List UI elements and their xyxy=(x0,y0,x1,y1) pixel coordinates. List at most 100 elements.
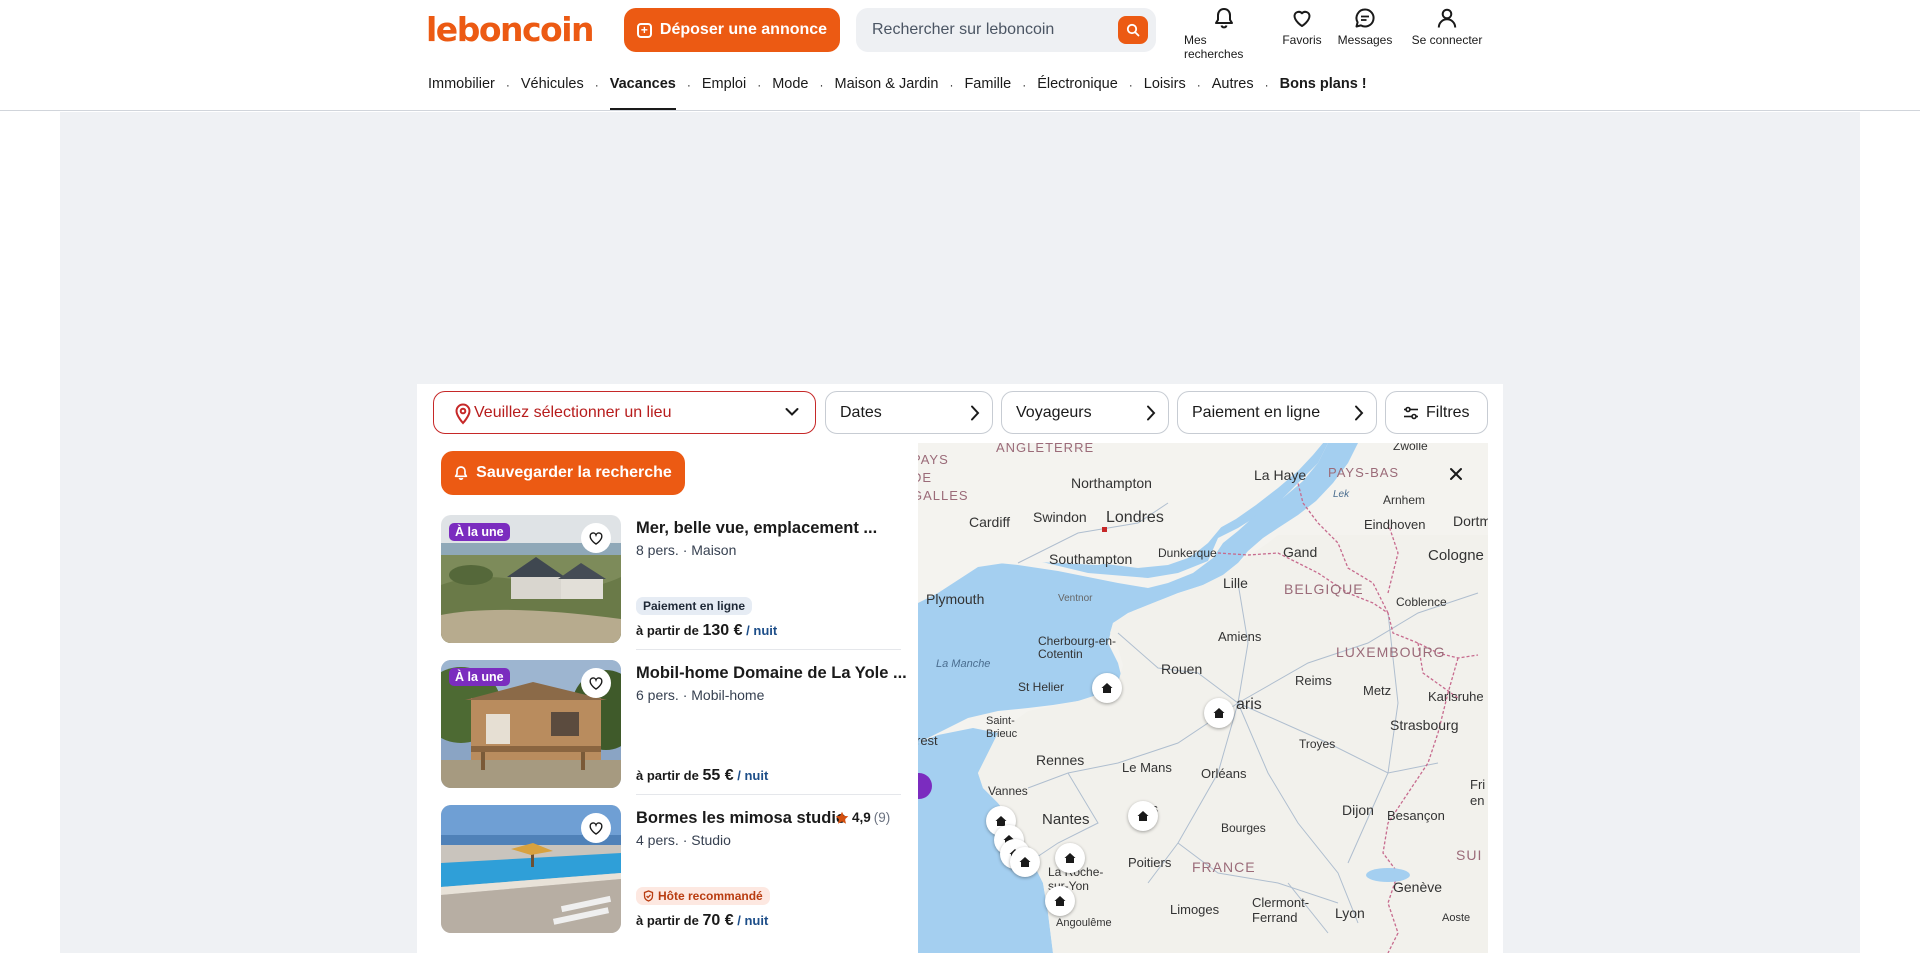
listing-divider xyxy=(636,794,901,795)
listing-details: 8 pers. · Maison xyxy=(636,542,737,558)
listing-title[interactable]: Bormes les mimosa studio xyxy=(636,809,846,828)
category-mode[interactable]: Mode xyxy=(772,72,808,110)
header-actions: Mes recherches Favoris Messages Se conne… xyxy=(1176,6,1496,61)
listing-details: 4 pers. · Studio xyxy=(636,832,731,848)
search-placeholder: Rechercher sur leboncoin xyxy=(872,21,1055,38)
listing-card[interactable]: À la une Mobil-home Domaine de La Yole .… xyxy=(441,660,907,788)
bell-icon xyxy=(454,466,468,480)
map-label: Strasbourg xyxy=(1390,717,1459,733)
category-separator: · xyxy=(1196,78,1201,92)
leboncoin-logo[interactable]: leboncoin xyxy=(426,10,595,49)
star-icon xyxy=(835,811,849,824)
category-vacances[interactable]: Vacances xyxy=(609,72,677,110)
favorite-button[interactable] xyxy=(581,523,611,553)
listing-title[interactable]: Mobil-home Domaine de La Yole ... xyxy=(636,664,907,683)
messages-label: Messages xyxy=(1337,33,1393,47)
search-icon xyxy=(1126,23,1140,37)
map-label: Cardiff xyxy=(969,514,1010,530)
search-input[interactable]: Rechercher sur leboncoin xyxy=(856,8,1156,52)
category-separator: · xyxy=(505,78,510,92)
recommended-host-label: Hôte recommandé xyxy=(658,889,763,903)
map-label: Cologne xyxy=(1428,547,1484,564)
listing-photo[interactable]: À la une xyxy=(441,515,621,643)
online-payment-badge: Paiement en ligne xyxy=(636,597,753,615)
heart-icon xyxy=(589,821,603,835)
price-amount: 130 € xyxy=(702,622,743,639)
map-label: Lille xyxy=(1223,575,1248,591)
house-icon xyxy=(1101,683,1113,693)
map-label: PAYS DE GALLES xyxy=(918,452,969,503)
message-bubble-icon xyxy=(1355,8,1375,28)
map-label: Angoulême xyxy=(1056,917,1112,929)
price-unit: / nuit xyxy=(737,768,769,783)
map-label: LUXEMBOURG xyxy=(1336,644,1446,660)
listing-photo[interactable]: À la une xyxy=(441,660,621,788)
category-bons-plans[interactable]: Bons plans ! xyxy=(1280,72,1367,110)
category-electronique[interactable]: Électronique xyxy=(1037,72,1118,110)
recommended-host-badge: Hôte recommandé xyxy=(636,887,770,905)
listing-divider xyxy=(636,649,901,650)
map-label: Cherbourg-en-Cotentin xyxy=(1038,634,1117,661)
listing-photo[interactable] xyxy=(441,805,621,933)
map-label: BELGIQUE xyxy=(1284,581,1364,597)
bell-icon xyxy=(1215,8,1233,29)
listing-price: à partir de 70 € / nuit xyxy=(636,912,768,930)
deposit-ad-button[interactable]: + Déposer une annonce xyxy=(624,8,840,52)
map-label: Ventnor xyxy=(1058,593,1093,604)
price-prefix: à partir de xyxy=(636,623,699,638)
favorites-button[interactable]: Favoris xyxy=(1272,6,1332,61)
map-label: Coblence xyxy=(1396,595,1447,609)
map-label: Londres xyxy=(1106,509,1164,526)
dates-filter-label: Dates xyxy=(840,403,882,421)
location-select-label: Veuillez sélectionner un lieu xyxy=(474,403,672,421)
map-marker[interactable] xyxy=(1055,843,1085,873)
category-famille[interactable]: Famille xyxy=(964,72,1011,110)
price-prefix: à partir de xyxy=(636,768,699,783)
category-loisirs[interactable]: Loisirs xyxy=(1144,72,1186,110)
listing-card[interactable]: Bormes les mimosa studio 4,9 (9) 4 pers.… xyxy=(441,805,901,933)
price-unit: / nuit xyxy=(746,623,778,638)
deposit-ad-label: Déposer une annonce xyxy=(659,21,828,38)
category-emploi[interactable]: Emploi xyxy=(702,72,746,110)
price-amount: 70 € xyxy=(702,912,734,929)
category-autres[interactable]: Autres xyxy=(1212,72,1254,110)
results-map[interactable]: ANGLETERRE PAYS DE GALLES PAYS-BAS Zwoll… xyxy=(918,443,1488,953)
map-label: La Haye xyxy=(1254,467,1307,483)
travelers-filter[interactable]: Voyageurs xyxy=(1001,391,1169,434)
close-map-button[interactable] xyxy=(1448,466,1464,482)
map-label: Rouen xyxy=(1161,661,1203,677)
location-select[interactable]: Veuillez sélectionner un lieu xyxy=(433,391,816,434)
listing-title[interactable]: Mer, belle vue, emplacement ... xyxy=(636,519,877,538)
capital-dot xyxy=(1102,527,1107,532)
listing-card[interactable]: À la une Mer, belle vue, emplacement ...… xyxy=(441,515,901,643)
my-searches-button[interactable]: Mes recherches xyxy=(1176,6,1272,61)
online-payment-filter[interactable]: Paiement en ligne xyxy=(1177,391,1377,434)
more-filters-button[interactable]: Filtres xyxy=(1385,391,1488,434)
map-label: Plymouth xyxy=(926,591,985,607)
map-label: Zwolle xyxy=(1393,443,1428,453)
map-label: Rennes xyxy=(1036,752,1085,768)
map-marker[interactable] xyxy=(1128,801,1158,831)
map-label: Clermont-Ferrand xyxy=(1252,895,1310,925)
map-marker[interactable] xyxy=(1204,698,1234,728)
category-separator: · xyxy=(594,78,599,92)
more-filters-label: Filtres xyxy=(1426,403,1470,421)
favorite-button[interactable] xyxy=(581,813,611,843)
map-label: Troyes xyxy=(1299,737,1336,751)
category-maison-jardin[interactable]: Maison & Jardin xyxy=(834,72,938,110)
save-search-button[interactable]: Sauvegarder la recherche xyxy=(441,451,685,495)
map-marker[interactable] xyxy=(1092,673,1122,703)
dates-filter[interactable]: Dates xyxy=(825,391,993,434)
map-marker[interactable] xyxy=(1010,847,1040,877)
listing-price: à partir de 130 € / nuit xyxy=(636,622,777,640)
online-payment-filter-label: Paiement en ligne xyxy=(1192,403,1321,421)
login-button[interactable]: Se connecter xyxy=(1398,6,1496,61)
messages-button[interactable]: Messages xyxy=(1332,6,1398,61)
favorite-button[interactable] xyxy=(581,668,611,698)
category-immobilier[interactable]: Immobilier xyxy=(428,72,495,110)
category-vehicules[interactable]: Véhicules xyxy=(521,72,584,110)
listing-price: à partir de 55 € / nuit xyxy=(636,767,768,785)
map-label: Bourges xyxy=(1221,821,1266,835)
map-marker[interactable] xyxy=(1045,886,1075,916)
search-button[interactable] xyxy=(1118,16,1148,44)
